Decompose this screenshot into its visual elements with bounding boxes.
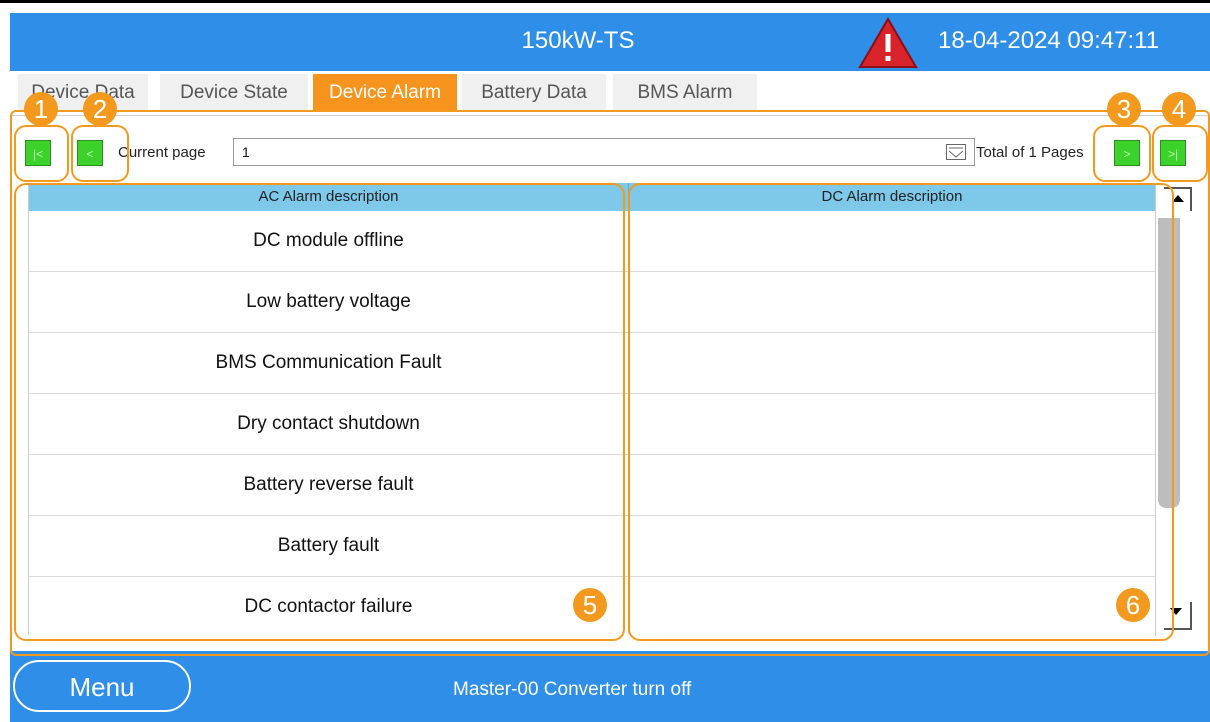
ac-alarm-header: AC Alarm description (29, 183, 629, 211)
dc-alarm-cell (629, 333, 1156, 393)
scroll-thumb[interactable] (1158, 218, 1180, 508)
alarm-table: AC Alarm description DC Alarm descriptio… (28, 183, 1157, 635)
annotation-badge-2: 2 (83, 92, 117, 126)
table-row[interactable]: DC module offline (29, 211, 1156, 272)
table-row[interactable]: Battery fault (29, 516, 1156, 577)
ac-alarm-cell: Low battery voltage (29, 272, 629, 332)
top-border-line (0, 0, 1210, 3)
next-page-button[interactable]: > (1114, 140, 1140, 166)
dc-alarm-cell (629, 394, 1156, 454)
annotation-badge-4: 4 (1162, 92, 1196, 126)
menu-button[interactable]: Menu (13, 660, 191, 712)
ac-alarm-cell: Dry contact shutdown (29, 394, 629, 454)
tab-device-state[interactable]: Device State (160, 74, 308, 112)
pagination-bar: |< < Current page 1 Total of 1 Pages > >… (10, 116, 1210, 184)
last-page-button[interactable]: >| (1160, 140, 1186, 166)
ac-alarm-cell: BMS Communication Fault (29, 333, 629, 393)
scroll-down-arrow-icon[interactable] (1164, 602, 1192, 630)
current-page-label: Current page (118, 144, 206, 161)
dc-alarm-cell (629, 577, 1156, 635)
tab-bms-alarm[interactable]: BMS Alarm (613, 74, 757, 112)
table-scrollbar[interactable] (1155, 183, 1200, 636)
dc-alarm-cell (629, 272, 1156, 332)
tab-bar: Device Data Device State Device Alarm Ba… (10, 71, 1210, 116)
total-pages-label: Total of 1 Pages (976, 144, 1084, 161)
table-row[interactable]: Battery reverse fault (29, 455, 1156, 516)
dc-alarm-cell (629, 455, 1156, 515)
first-page-button[interactable]: |< (25, 140, 51, 166)
tab-device-alarm[interactable]: Device Alarm (313, 74, 457, 112)
dc-alarm-cell (629, 516, 1156, 576)
ac-alarm-cell: DC module offline (29, 211, 629, 271)
dc-alarm-header: DC Alarm description (629, 183, 1156, 211)
dropdown-icon[interactable] (946, 144, 966, 160)
dc-alarm-cell (629, 211, 1156, 271)
current-page-select[interactable]: 1 (233, 138, 975, 166)
current-page-value: 1 (242, 144, 250, 160)
annotation-badge-5: 5 (573, 588, 607, 622)
datetime-display: 18-04-2024 09:47:11 (938, 27, 1160, 54)
ac-alarm-cell: Battery reverse fault (29, 455, 629, 515)
table-row[interactable]: BMS Communication Fault (29, 333, 1156, 394)
status-message: Master-00 Converter turn off (453, 679, 692, 700)
ac-alarm-cell: DC contactor failure (29, 577, 629, 635)
warning-triangle-icon[interactable] (857, 16, 919, 70)
tab-battery-data[interactable]: Battery Data (462, 74, 606, 112)
header-bar: 150kW-TS 18-04-2024 09:47:11 (10, 13, 1210, 71)
annotation-badge-3: 3 (1107, 92, 1141, 126)
annotation-badge-6: 6 (1116, 588, 1150, 622)
annotation-badge-1: 1 (24, 92, 58, 126)
ac-alarm-cell: Battery fault (29, 516, 629, 576)
table-row[interactable]: Low battery voltage (29, 272, 1156, 333)
prev-page-button[interactable]: < (77, 140, 103, 166)
table-row[interactable]: Dry contact shutdown (29, 394, 1156, 455)
scroll-up-arrow-icon[interactable] (1164, 187, 1192, 211)
footer-bar: Menu Master-00 Converter turn off (10, 651, 1210, 722)
app-title: 150kW-TS (521, 27, 635, 54)
